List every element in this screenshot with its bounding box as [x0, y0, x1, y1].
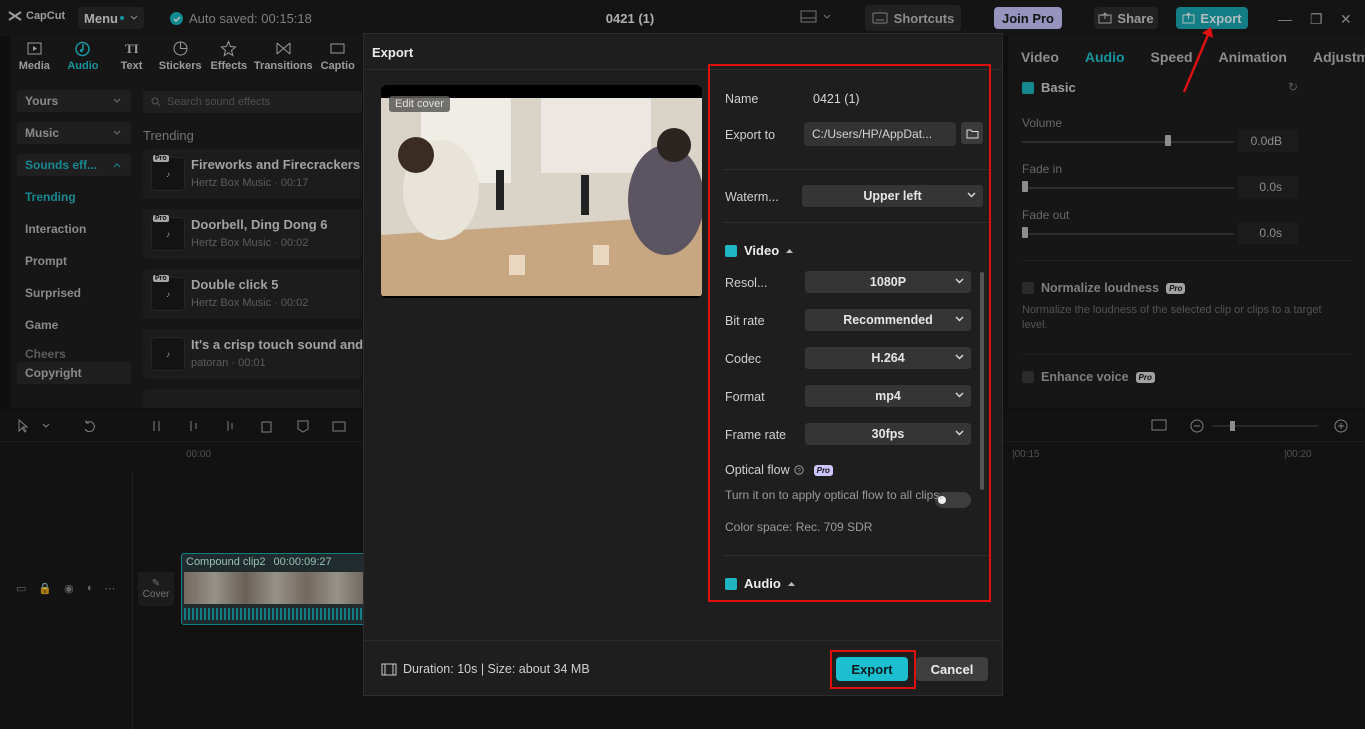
divider	[364, 640, 1002, 641]
video-preview[interactable]: Edit cover	[381, 85, 702, 298]
dialog-title: Export	[372, 45, 413, 60]
annotation-export-box	[830, 650, 916, 689]
duration-size-text: Duration: 10s | Size: about 34 MB	[403, 662, 590, 676]
film-icon	[381, 663, 397, 676]
export-summary: Duration: 10s | Size: about 34 MB	[381, 662, 590, 676]
annotation-arrow-icon	[1180, 24, 1220, 96]
annotation-settings-box	[708, 64, 991, 602]
edit-cover-button[interactable]: Edit cover	[389, 96, 450, 112]
preview-image	[381, 85, 702, 298]
cancel-button[interactable]: Cancel	[916, 657, 988, 681]
